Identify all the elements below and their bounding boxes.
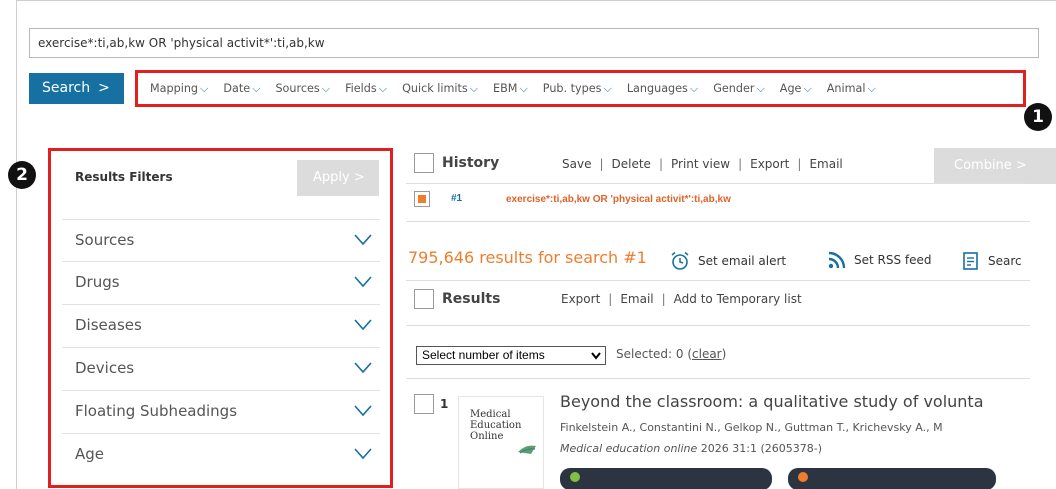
search-filters-bar: Mapping ⌵ Date ⌵ Sources ⌵ Fields ⌵ Quick li…: [135, 70, 1026, 107]
history-delete-link[interactable]: Delete: [612, 157, 651, 171]
results-title: Results: [442, 291, 501, 307]
chevron-down-icon: [354, 319, 372, 331]
divider: [406, 280, 1030, 281]
chevron-right-icon: >: [98, 80, 110, 96]
filter-date[interactable]: Date ⌵: [223, 82, 260, 96]
clear-selection-link[interactable]: clear: [692, 347, 722, 361]
results-count: 795,646 results for search #1: [408, 248, 647, 267]
chevron-down-icon: ⌵: [803, 81, 812, 95]
filter-pub-types[interactable]: Pub. types ⌵: [543, 82, 612, 96]
full-text-button[interactable]: [560, 468, 772, 489]
divider: [406, 325, 1030, 326]
journal-logo-icon: [518, 445, 536, 454]
divider: [406, 183, 1030, 184]
chevron-down-icon: ⌵: [200, 81, 209, 95]
chevron-down-icon: ⌵: [867, 81, 876, 95]
results-filter-floating-subheadings[interactable]: Floating Subheadings: [62, 390, 380, 432]
history-print-view-link[interactable]: Print view: [671, 157, 730, 171]
document-icon: [963, 252, 978, 270]
chevron-down-icon: [354, 276, 372, 288]
journal-thumbnail-title: Medical Education Online: [470, 409, 522, 442]
filter-ebm[interactable]: EBM ⌵: [493, 82, 528, 96]
divider: [406, 378, 1030, 379]
result-item-source: Medical education online 2026 31:1 (2605…: [560, 442, 823, 455]
chevron-down-icon: ⌵: [689, 81, 699, 95]
result-item-checkbox[interactable]: [414, 394, 434, 414]
chevron-down-icon: [354, 362, 372, 374]
results-filters-title: Results Filters: [75, 170, 173, 184]
chevron-down-icon: [354, 405, 372, 417]
chevron-down-icon: ⌵: [252, 81, 261, 95]
selected-count: Selected: 0 (clear): [616, 347, 727, 361]
results-filter-diseases[interactable]: Diseases: [62, 304, 380, 346]
history-actions: Save | Delete | Print view | Export | Email: [562, 157, 843, 171]
history-title: History: [442, 155, 500, 171]
results-export-link[interactable]: Export: [561, 292, 600, 306]
results-filter-age[interactable]: Age: [62, 433, 380, 475]
history-row-number[interactable]: #1: [451, 193, 462, 204]
filter-languages[interactable]: Languages ⌵: [627, 82, 698, 96]
chevron-down-icon: ⌵: [519, 81, 528, 95]
set-email-alert-link[interactable]: Set email alert: [670, 251, 786, 271]
combine-button[interactable]: Combine >: [934, 148, 1056, 184]
rss-icon: [828, 251, 846, 269]
chevron-down-icon: [591, 352, 601, 360]
filter-sources[interactable]: Sources ⌵: [275, 82, 330, 96]
alarm-clock-icon: [671, 251, 689, 270]
results-filter-sources[interactable]: Sources: [62, 219, 380, 261]
result-item-number: 1: [440, 397, 449, 411]
filter-fields[interactable]: Fields ⌵: [345, 82, 387, 96]
result-item-authors: Finkelstein A., Constantini N., Gelkop N…: [560, 421, 943, 434]
journal-thumbnail[interactable]: Medical Education Online: [458, 396, 544, 489]
filter-animal[interactable]: Animal ⌵: [827, 82, 876, 96]
apply-button[interactable]: Apply >: [297, 160, 379, 196]
search-button[interactable]: Search >: [29, 73, 124, 104]
search-query-input[interactable]: exercise*:ti,ab,kw OR 'physical activit*…: [29, 28, 1039, 58]
history-row-checkbox[interactable]: [414, 191, 430, 207]
filter-quick-limits[interactable]: Quick limits ⌵: [402, 82, 478, 96]
history-select-all-checkbox[interactable]: [414, 153, 434, 173]
add-to-temporary-list-link[interactable]: Add to Temporary list: [674, 292, 802, 306]
results-email-link[interactable]: Email: [620, 292, 653, 306]
search-button-label: Search: [42, 80, 91, 96]
results-filter-drugs[interactable]: Drugs: [62, 261, 380, 303]
divider: [406, 221, 1030, 222]
callout-badge-1: 1: [1024, 103, 1052, 131]
chevron-down-icon: ⌵: [756, 81, 765, 95]
filter-mapping[interactable]: Mapping ⌵: [150, 82, 208, 96]
history-export-link[interactable]: Export: [750, 157, 789, 171]
history-row-query[interactable]: exercise*:ti,ab,kw OR 'physical activit*…: [506, 194, 731, 205]
results-select-all-checkbox[interactable]: [414, 289, 434, 309]
results-actions: Export | Email | Add to Temporary list: [561, 292, 802, 306]
set-rss-feed-link[interactable]: Set RSS feed: [828, 251, 932, 269]
chevron-down-icon: ⌵: [378, 81, 388, 95]
select-number-of-items-dropdown[interactable]: Select number of items: [416, 346, 606, 365]
history-email-link[interactable]: Email: [809, 157, 842, 171]
results-filter-devices[interactable]: Devices: [62, 347, 380, 389]
result-item-title[interactable]: Beyond the classroom: a qualitative stud…: [560, 392, 984, 411]
chevron-down-icon: [354, 448, 372, 460]
filter-age[interactable]: Age ⌵: [780, 82, 812, 96]
history-save-link[interactable]: Save: [562, 157, 591, 171]
view-at-publisher-button[interactable]: [788, 468, 996, 489]
callout-badge-2: 2: [8, 161, 36, 189]
chevron-down-icon: ⌵: [321, 81, 331, 95]
chevron-down-icon: ⌵: [603, 81, 612, 95]
chevron-down-icon: ⌵: [469, 81, 479, 95]
filter-gender[interactable]: Gender ⌵: [713, 82, 765, 96]
chevron-down-icon: [354, 234, 372, 246]
search-info-link[interactable]: Searc: [962, 251, 1022, 271]
